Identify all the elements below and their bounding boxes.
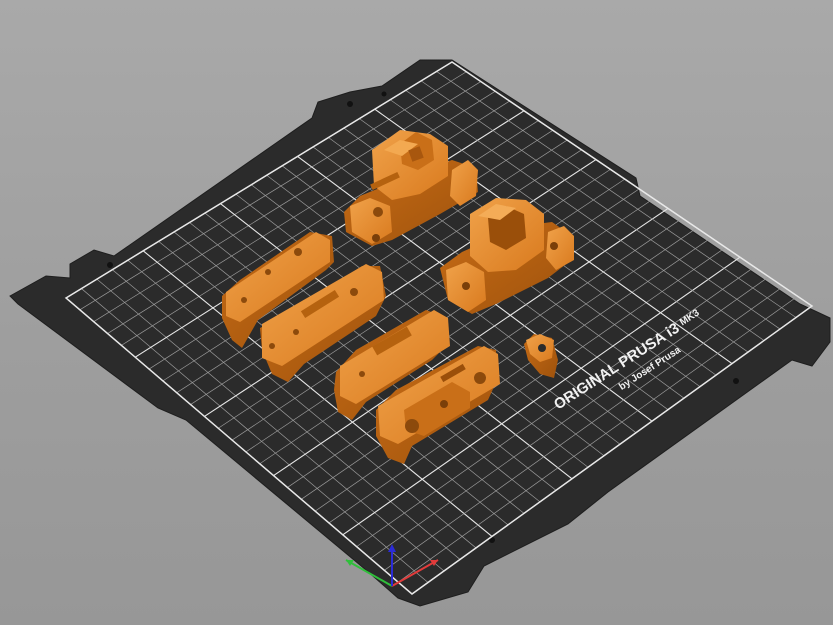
scene-svg: ORIGINAL PRUSA i3 MK3 by Josef Prusa (9, 59, 831, 607)
3d-viewport[interactable]: ORIGINAL PRUSA i3 MK3 by Josef Prusa (0, 0, 833, 625)
